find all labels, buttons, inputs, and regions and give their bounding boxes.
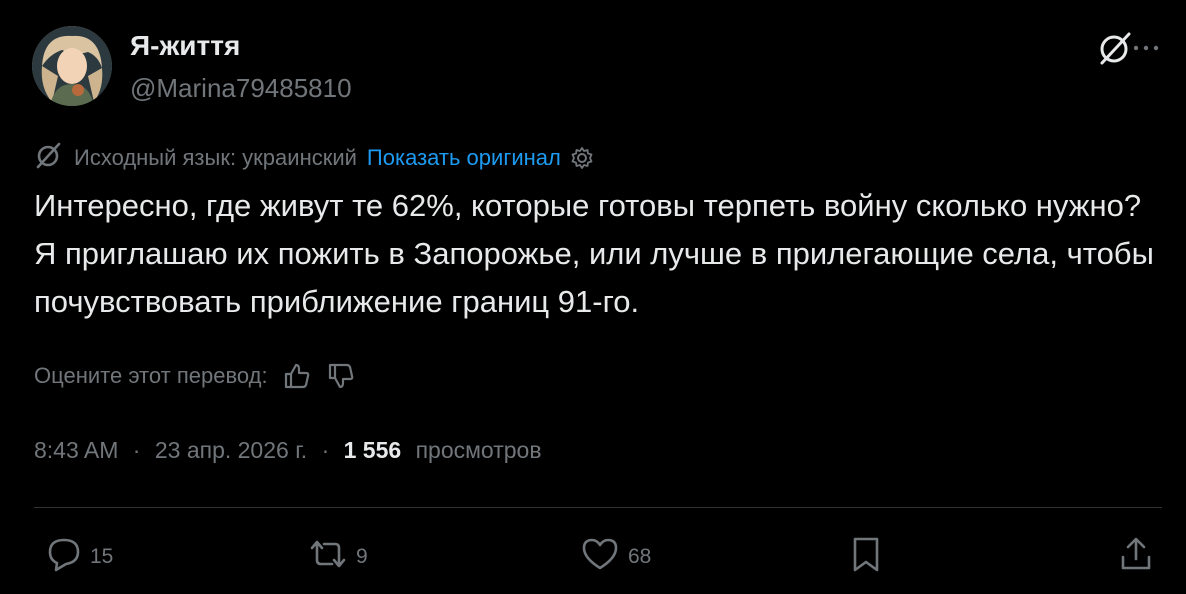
views-label: просмотров [415,437,542,463]
translation-bar: Исходный язык: украинский Показать ориги… [34,141,595,175]
repost-icon [306,534,350,580]
bookmark-button[interactable] [846,536,886,578]
bookmark-icon [846,534,886,580]
show-original-link[interactable]: Показать оригинал [367,145,561,171]
divider [34,507,1162,508]
author-handle[interactable]: @Marina79485810 [130,73,352,104]
like-count: 68 [628,545,652,568]
repost-button[interactable]: 9 [306,536,368,578]
source-language-label: Исходный язык: украинский [74,145,357,170]
avatar[interactable] [32,26,112,106]
reply-count: 15 [90,545,114,568]
like-button[interactable]: 68 [578,536,651,578]
more-icon[interactable] [1128,36,1164,60]
reply-button[interactable]: 15 [44,536,113,578]
thumbs-up-icon[interactable] [282,361,312,391]
translate-icon [34,141,64,175]
views-count: 1 556 [343,437,402,463]
rate-translation-label: Оцените этот перевод: [34,363,268,388]
meta-separator: · [132,437,141,463]
repost-count: 9 [356,545,368,568]
author-display-name[interactable]: Я-життя [130,30,240,62]
share-button[interactable] [1116,536,1156,578]
share-icon [1116,534,1156,580]
tweet-date[interactable]: 23 апр. 2026 г. [155,437,307,463]
tweet-time[interactable]: 8:43 AM [34,437,118,463]
thumbs-down-icon[interactable] [326,361,356,391]
meta-separator: · [321,437,330,463]
tweet-meta: 8:43 AM · 23 апр. 2026 г. · 1 556 просмо… [34,437,542,464]
tweet-text: Интересно, где живут те 62%, которые гот… [34,188,1154,319]
reply-icon [44,534,84,580]
gear-icon[interactable] [569,145,595,171]
heart-icon [578,534,622,580]
avatar-image [32,26,112,106]
rate-translation: Оцените этот перевод: [34,360,356,392]
